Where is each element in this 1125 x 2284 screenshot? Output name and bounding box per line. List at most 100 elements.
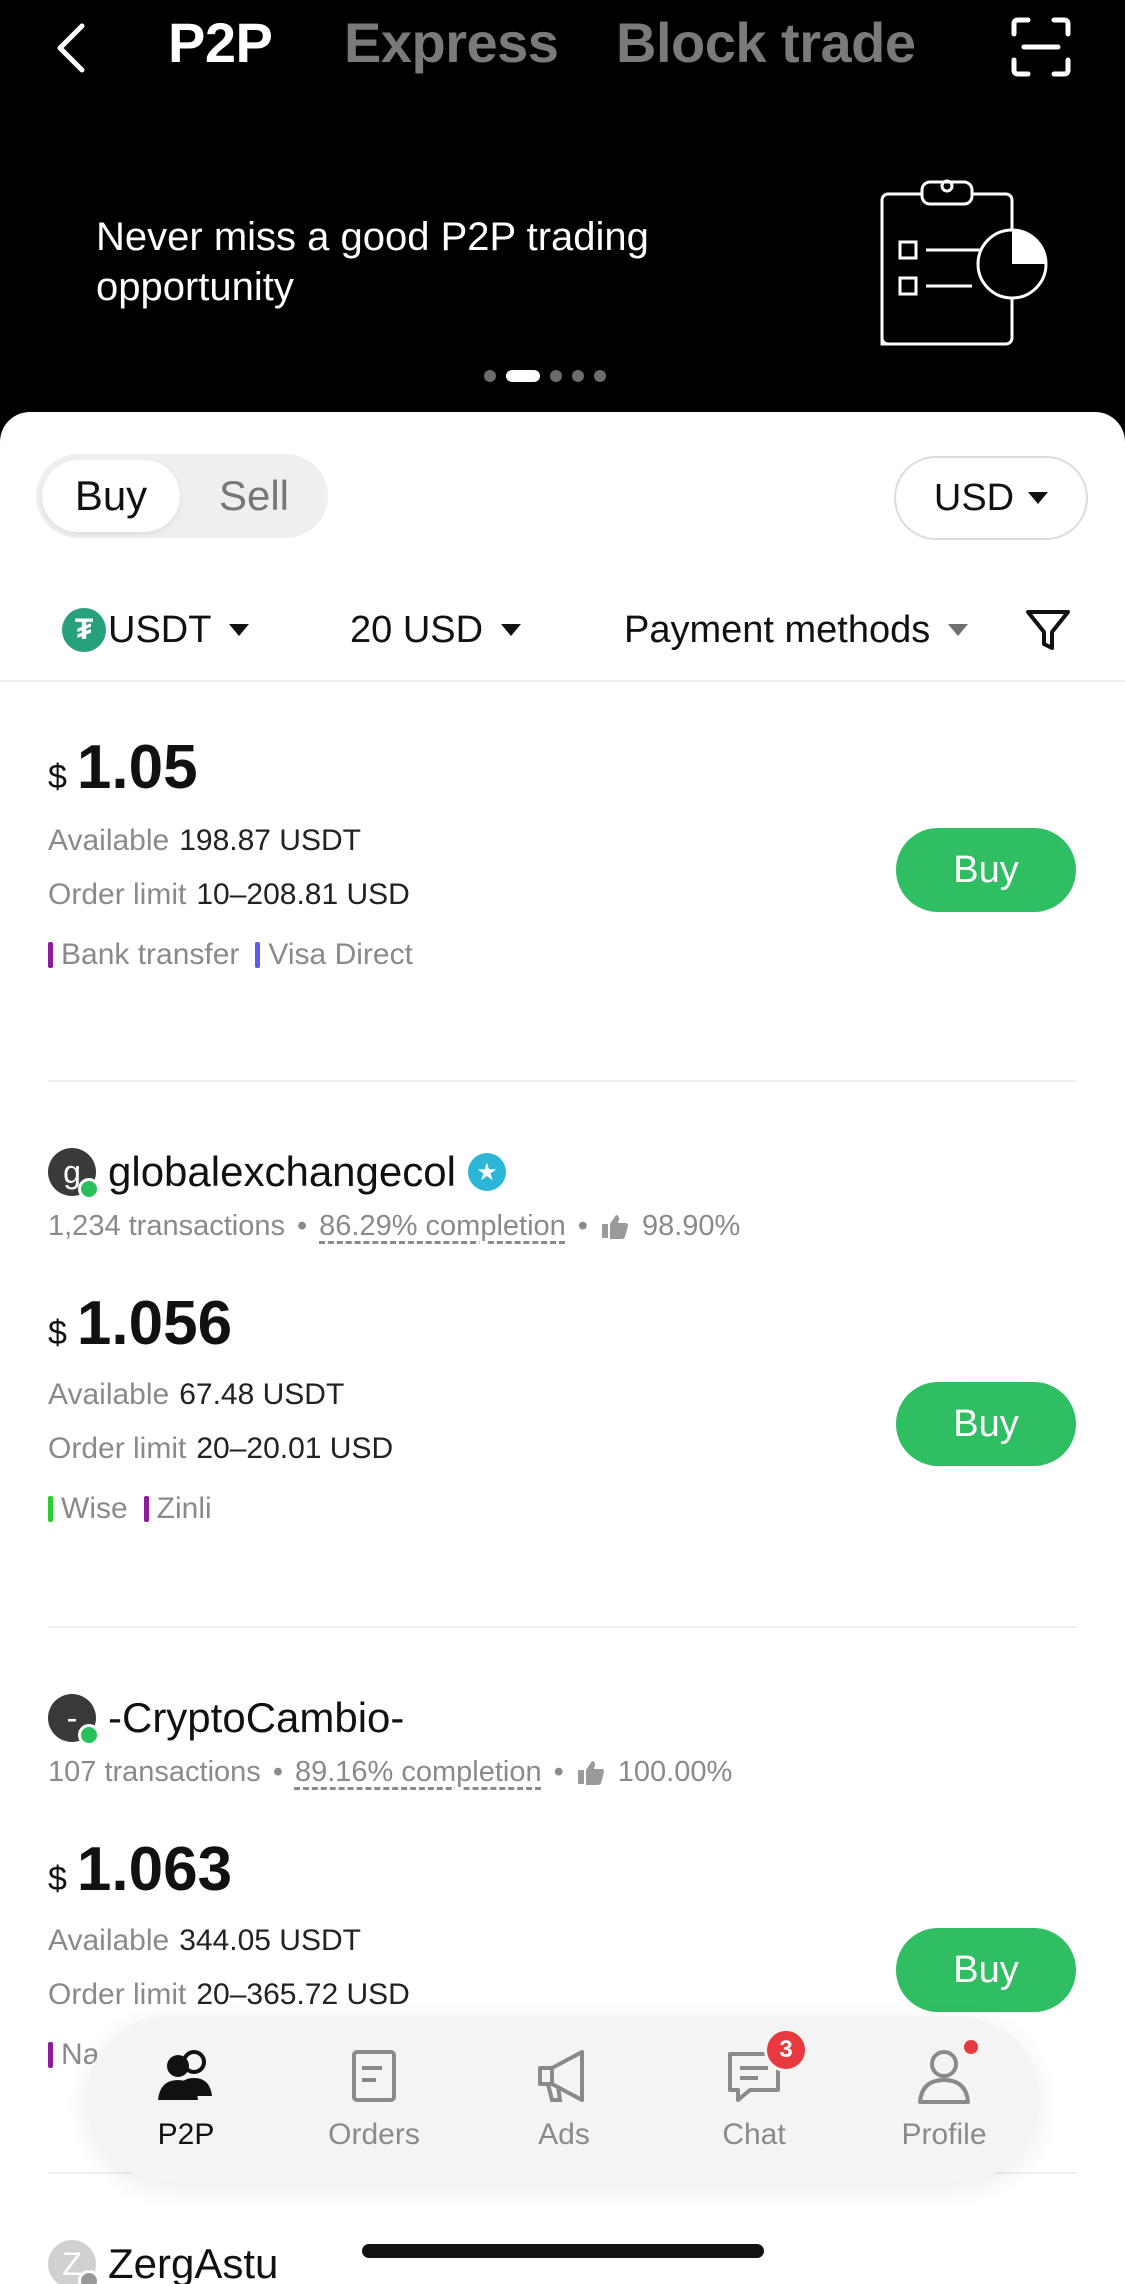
trader-stats: 107 transactions • 89.16% completion • 1… (48, 1756, 733, 1789)
payment-filter[interactable]: Payment methods (624, 590, 969, 670)
avatar: - (48, 1694, 100, 1746)
nav-orders[interactable]: Orders (294, 2044, 454, 2164)
divider (48, 1626, 1076, 1628)
trader-name[interactable]: -CryptoCambio- (108, 1694, 404, 1742)
scan-icon[interactable] (1010, 16, 1072, 78)
profile-icon-wrap (912, 2040, 978, 2108)
trader-name[interactable]: globalexchangecol (108, 1148, 456, 1196)
nav-profile[interactable]: Profile (864, 2040, 1024, 2164)
completion-rate[interactable]: 86.29% completion (319, 1210, 566, 1243)
home-indicator (362, 2244, 764, 2258)
payment-method: Visa Direct (255, 938, 413, 972)
nav-ads[interactable]: Ads (484, 2044, 644, 2164)
carousel-indicator (484, 370, 606, 382)
fiat-currency-selector[interactable]: USD (894, 456, 1088, 540)
available-label: Available (48, 1924, 170, 1957)
nav-label: P2P (157, 2118, 215, 2151)
nav-label: Chat (722, 2118, 786, 2151)
amount-filter[interactable]: 20 USD (350, 590, 522, 670)
verified-badge-icon: ★ (467, 1153, 506, 1191)
nav-p2p[interactable]: P2P (106, 2044, 266, 2164)
payment-filter-label: Payment methods (624, 608, 931, 651)
clipboard-chart-icon (880, 179, 1048, 346)
thumbs-up-icon (577, 1760, 604, 1785)
transactions-count: 107 transactions (48, 1756, 261, 1788)
rating-value: 98.90% (641, 1210, 741, 1242)
order-limit-row: Order limit 10–208.81 USD (48, 878, 410, 912)
notification-dot (964, 2040, 978, 2054)
buy-button[interactable]: Buy (896, 828, 1076, 912)
divider (48, 1080, 1076, 1082)
back-arrow-icon[interactable] (52, 18, 92, 78)
fiat-currency-label: USD (933, 476, 1015, 519)
order-limit-value: 10–208.81 USD (196, 878, 410, 911)
chevron-down-icon (229, 624, 250, 636)
payment-method-label: Visa Direct (268, 938, 413, 971)
offer-price: $ 1.056 (48, 1288, 232, 1359)
online-status-dot (78, 1178, 100, 1200)
payment-method-label: Bank transfer (61, 938, 240, 971)
buy-toggle[interactable]: Buy (42, 460, 180, 532)
avatar-letter: - (66, 1699, 78, 1736)
order-limit-value: 20–20.01 USD (196, 1432, 394, 1465)
available-value: 67.48 USDT (179, 1378, 345, 1411)
thumbs-up-icon (601, 1214, 628, 1239)
offer-price: $ 1.063 (48, 1834, 232, 1905)
carousel-dot (594, 370, 606, 382)
online-status-dot (78, 2270, 100, 2284)
trader-header[interactable]: g globalexchangecol ★ (48, 1142, 506, 1202)
available-row: Available 344.05 USDT (48, 1924, 361, 1958)
nav-chat[interactable]: 3 Chat (674, 2028, 834, 2164)
completion-rate[interactable]: 89.16% completion (295, 1756, 542, 1789)
order-limit-row: Order limit 20–20.01 USD (48, 1432, 393, 1466)
available-value: 198.87 USDT (179, 824, 361, 857)
price-value: 1.05 (76, 733, 198, 802)
users-icon (158, 2050, 212, 2100)
offers-sheet: Buy Sell USD ₮ USDT 20 USD Payment metho… (0, 412, 1125, 2284)
buy-sell-toggle: Buy Sell (36, 454, 328, 538)
trader-header[interactable]: - -CryptoCambio- (48, 1688, 404, 1748)
available-row: Available 198.87 USDT (48, 824, 361, 858)
trader-header[interactable]: Z ZergAstu (48, 2234, 278, 2284)
online-status-dot (78, 1724, 100, 1746)
available-label: Available (48, 1378, 170, 1411)
carousel-dot (572, 370, 584, 382)
buy-button[interactable]: Buy (896, 1382, 1076, 1466)
rating-value: 100.00% (617, 1756, 733, 1788)
sell-toggle[interactable]: Sell (186, 460, 322, 532)
trader-name[interactable]: ZergAstu (108, 2240, 278, 2284)
price-currency: $ (48, 1314, 67, 1352)
payment-method: Bank transfer (48, 938, 239, 972)
banner-text[interactable]: Never miss a good P2P trading opportunit… (96, 212, 736, 312)
nav-label: Orders (328, 2118, 420, 2151)
tab-block-trade[interactable]: Block trade (616, 10, 916, 75)
available-label: Available (48, 824, 170, 857)
transactions-count: 1,234 transactions (48, 1210, 285, 1242)
payment-method-label: Wise (61, 1492, 128, 1525)
avatar: Z (48, 2240, 100, 2284)
funnel-filter-icon[interactable] (1022, 604, 1074, 656)
tether-icon: ₮ (62, 608, 106, 652)
payment-method: Zinli (143, 1492, 212, 1526)
asset-filter[interactable]: ₮ USDT (62, 590, 250, 670)
chat-unread-badge: 3 (764, 2028, 808, 2072)
amount-filter-label: 20 USD (350, 608, 484, 651)
chat-icon-wrap: 3 (722, 2028, 808, 2108)
available-value: 344.05 USDT (179, 1924, 361, 1957)
chevron-down-icon (1028, 492, 1049, 504)
order-limit-label: Order limit (48, 1432, 187, 1465)
nav-label: Ads (538, 2118, 590, 2151)
offer-price: $ 1.05 (48, 732, 198, 803)
tab-express[interactable]: Express (344, 10, 559, 75)
profile-icon (918, 2050, 970, 2104)
price-currency: $ (48, 758, 67, 796)
chevron-down-icon (501, 624, 522, 636)
bottom-nav: P2P Orders Ads 3 Chat Profile (86, 2016, 1040, 2182)
tab-p2p[interactable]: P2P (168, 10, 273, 75)
buy-button[interactable]: Buy (896, 1928, 1076, 2012)
orders-icon (352, 2050, 396, 2102)
order-limit-value: 20–365.72 USD (196, 1978, 410, 2011)
top-bar: P2P Express Block trade (0, 0, 1125, 100)
chevron-down-icon (948, 624, 969, 636)
carousel-dot-active (506, 370, 540, 382)
